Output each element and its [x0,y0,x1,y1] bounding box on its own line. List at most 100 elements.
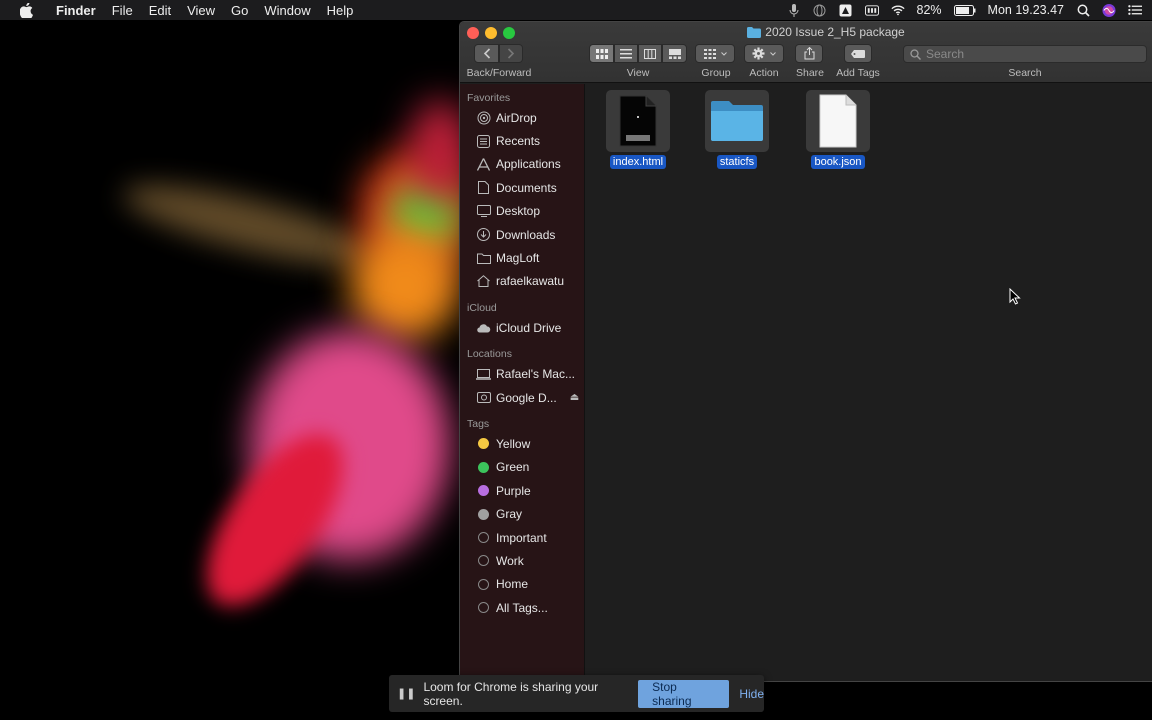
finder-toolbar: 2020 Issue 2_H5 package Back/Forward Vie… [460,22,1152,83]
sidebar-item-label: Gray [496,507,523,522]
tag-ring-icon [478,602,489,614]
apple-icon[interactable] [16,2,36,18]
menu-go[interactable]: Go [223,3,256,18]
sidebar-item-label: Google D... [496,390,557,405]
list-icon [620,48,632,58]
sidebar-item-mac[interactable]: Rafael's Mac... [460,363,584,386]
sidebar-item-downloads[interactable]: Downloads [460,223,584,246]
menubar-clock[interactable]: Mon 19.23.47 [988,3,1064,17]
chevron-down-icon [720,51,727,56]
menu-edit[interactable]: Edit [141,3,179,18]
search-label: Search [1008,67,1042,79]
search-field[interactable] [903,45,1147,63]
file-item[interactable]: book.json [798,90,878,169]
folder-icon [476,251,491,266]
sidebar-item-label: Yellow [496,436,531,451]
menu-view[interactable]: View [179,3,223,18]
mouse-pointer-icon [1009,287,1021,310]
view-label: View [626,67,650,79]
sidebar-tag-all[interactable]: All Tags... [460,596,584,619]
view-columns-button[interactable] [638,44,662,63]
gear-icon [752,47,765,60]
sidebar-item-home[interactable]: rafaelkawatu [460,270,584,293]
sidebar-item-label: iCloud Drive [496,320,562,335]
sidebar-tag-important[interactable]: Important [460,526,584,549]
html-file-icon [606,90,670,152]
menu-window[interactable]: Window [256,3,318,18]
sidebar-item-label: Important [496,530,547,545]
adobe-icon[interactable] [839,3,853,17]
action-button[interactable] [744,44,784,63]
battery-percentage[interactable]: 82% [917,3,942,17]
sidebar-item-label: Desktop [496,204,541,219]
gray-tag-icon [478,508,489,520]
eject-icon[interactable]: ⏏ [570,392,579,403]
menu-help[interactable]: Help [319,3,362,18]
sidebar-tag-work[interactable]: Work [460,549,584,572]
view-icons-button[interactable] [589,44,614,63]
stop-sharing-button[interactable]: Stop sharing [638,679,730,708]
sidebar-item-label: MagLoft [496,251,540,266]
view-gallery-button[interactable] [662,44,687,63]
sidebar-item-icloud-drive[interactable]: iCloud Drive [460,316,584,339]
sidebar-item-maglof[interactable]: MagLoft [460,246,584,269]
folder-icon [705,90,769,152]
file-name: book.json [811,155,865,169]
sidebar-header-favorites: Favorites [467,91,511,104]
sidebar-tag-green[interactable]: Green [460,456,584,479]
folder-item[interactable]: staticfs [697,90,777,169]
menu-app-finder[interactable]: Finder [48,3,104,18]
wifi-icon[interactable] [890,3,905,17]
add-tags-button[interactable] [844,44,872,63]
microphone-icon[interactable] [787,3,801,17]
file-browser-content: index.html staticfs book.json [586,84,1152,681]
sidebar-item-desktop[interactable]: Desktop [460,200,584,223]
sidebar-item-documents[interactable]: Documents [460,176,584,199]
sidebar-item-label: rafaelkawatu [496,274,565,289]
documents-icon [476,180,491,195]
sidebar-item-label: Downloads [496,227,556,242]
sidebar-item-applications[interactable]: Applications [460,153,584,176]
sidebar-tag-home[interactable]: Home [460,573,584,596]
keyboard-icon[interactable] [864,3,879,17]
search-input[interactable] [926,47,1126,61]
file-name: index.html [609,155,667,169]
file-item[interactable]: index.html [598,90,678,169]
loom-sharing-message: Loom for Chrome is sharing your screen. [423,679,599,708]
window-title-text: 2020 Issue 2_H5 package [765,25,905,39]
group-button[interactable] [695,44,735,63]
pause-icon[interactable]: ❚❚ [397,687,415,700]
chevron-down-icon [770,51,776,56]
search-icon [910,48,921,60]
view-list-button[interactable] [614,44,638,63]
sidebar-item-label: Green [496,460,530,475]
chevron-left-icon [483,48,490,59]
notification-center-icon[interactable] [1128,3,1142,17]
siri-icon[interactable] [1102,3,1116,17]
sidebar-tag-yellow[interactable]: Yellow [460,432,584,455]
grid-icon [595,48,608,59]
sidebar-item-recents[interactable]: Recents [460,129,584,152]
hide-button[interactable]: Hide [739,687,764,701]
home-icon [476,274,491,289]
document-icon [806,90,870,152]
back-button[interactable] [474,44,499,63]
desktop-icon [476,204,491,219]
tag-ring-icon [478,555,489,567]
sidebar-item-airdrop[interactable]: AirDrop [460,106,584,129]
columns-icon [644,48,656,59]
menu-file[interactable]: File [104,3,141,18]
battery-icon[interactable] [953,3,976,17]
forward-button[interactable] [499,44,523,63]
sidebar-tag-purple[interactable]: Purple [460,479,584,502]
sidebar-tag-gray[interactable]: Gray [460,502,584,525]
cloud-icon [476,320,491,335]
globe-icon[interactable] [813,3,827,17]
menu-bar: Finder File Edit View Go Window Help 82%… [0,0,1152,20]
sidebar-item-label: Rafael's Mac... [496,367,575,382]
sidebar-item-label: All Tags... [496,600,548,615]
green-tag-icon [478,461,489,473]
sidebar-item-google-drive[interactable]: Google D... ⏏ [460,386,584,409]
share-button[interactable] [795,44,823,63]
spotlight-icon[interactable] [1076,3,1090,17]
